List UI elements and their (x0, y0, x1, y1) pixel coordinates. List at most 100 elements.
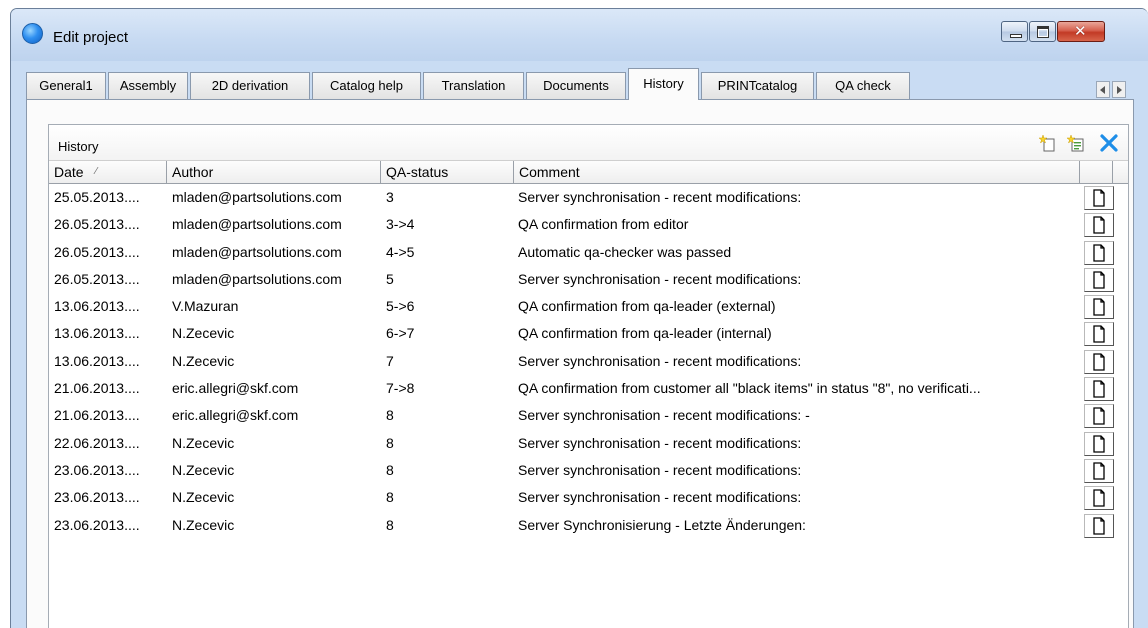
cell-comment: QA confirmation from customer all "black… (518, 380, 981, 397)
cell-author: eric.allegri@skf.com (172, 407, 299, 424)
document-icon (1093, 407, 1105, 426)
cell-date: 23.06.2013.... (54, 461, 140, 478)
cell-date: 13.06.2013.... (54, 298, 140, 315)
table-row[interactable]: 21.06.2013.... eric.allegri@skf.com 8 Se… (49, 402, 1128, 429)
cell-date: 25.05.2013.... (54, 189, 140, 205)
maximize-button[interactable] (1029, 21, 1056, 42)
tab-catalog-help[interactable]: Catalog help (312, 72, 421, 99)
table-row[interactable]: 26.05.2013.... mladen@partsolutions.com … (49, 239, 1128, 266)
cell-comment: QA confirmation from editor (518, 216, 689, 233)
cell-qa-status: 3->4 (386, 216, 415, 233)
table-row[interactable]: 13.06.2013.... N.Zecevic 7 Server synchr… (49, 348, 1128, 375)
open-document-button[interactable] (1084, 295, 1114, 320)
cell-comment: Server Synchronisierung - Letzte Änderun… (518, 516, 806, 533)
minimize-button[interactable] (1001, 21, 1028, 42)
cell-qa-status: 8 (386, 407, 394, 424)
tab-printcatalog[interactable]: PRINTcatalog (701, 72, 814, 99)
tab-content-history: History Date ⁄ Author QA-status Comment … (26, 99, 1134, 628)
close-icon: ✕ (1074, 22, 1087, 40)
app-icon (22, 23, 43, 44)
cell-qa-status: 4->5 (386, 243, 415, 260)
column-header-author[interactable]: Author (167, 161, 381, 184)
cell-date: 13.06.2013.... (54, 352, 140, 369)
column-header-date[interactable]: Date ⁄ (49, 161, 167, 184)
tab-scroll-left-button[interactable] (1096, 81, 1110, 98)
title-bar[interactable]: Edit project ✕ (11, 9, 1148, 61)
tab-2d-derivation[interactable]: 2D derivation (190, 72, 310, 99)
new-entry-icon[interactable] (1039, 134, 1057, 152)
document-icon (1093, 380, 1105, 398)
open-document-button[interactable] (1084, 513, 1114, 538)
table-row[interactable]: 21.06.2013.... eric.allegri@skf.com 7->8… (49, 375, 1128, 402)
open-document-button[interactable] (1084, 322, 1114, 347)
open-document-button[interactable] (1084, 404, 1114, 429)
table-row[interactable]: 22.06.2013.... N.Zecevic 8 Server synchr… (49, 430, 1128, 457)
table-row[interactable]: 23.06.2013.... N.Zecevic 8 Server synchr… (49, 457, 1128, 484)
document-icon (1093, 489, 1105, 507)
cell-comment: Server synchronisation - recent modifica… (518, 434, 802, 451)
panel-header: History (49, 125, 1128, 160)
table-row[interactable]: 25.05.2013.... mladen@partsolutions.com … (49, 184, 1128, 211)
cell-author: N.Zecevic (172, 325, 235, 342)
column-header-date-label: Date (54, 164, 84, 180)
cell-author: N.Zecevic (172, 352, 235, 369)
table-row[interactable]: 13.06.2013.... V.Mazuran 5->6 QA confirm… (49, 293, 1128, 320)
cell-date: 23.06.2013.... (54, 516, 140, 533)
table-row[interactable]: 23.06.2013.... N.Zecevic 8 Server synchr… (49, 484, 1128, 511)
cell-date: 13.06.2013.... (54, 325, 140, 342)
open-document-button[interactable] (1084, 458, 1114, 483)
open-document-button[interactable] (1084, 213, 1114, 238)
panel-title: History (58, 139, 99, 154)
tab-scroll-arrows (1096, 81, 1126, 98)
column-header-attachment[interactable] (1080, 161, 1113, 184)
cell-author: N.Zecevic (172, 461, 235, 478)
tab-documents[interactable]: Documents (526, 72, 626, 99)
cell-date: 21.06.2013.... (54, 380, 140, 397)
tab-translation[interactable]: Translation (423, 72, 524, 99)
open-document-button[interactable] (1084, 267, 1114, 292)
open-document-button[interactable] (1084, 186, 1114, 210)
document-icon (1093, 435, 1105, 453)
cell-qa-status: 7->8 (386, 380, 415, 397)
cell-comment: Server synchronisation - recent modifica… (518, 407, 810, 424)
open-document-button[interactable] (1084, 349, 1114, 374)
cell-date: 26.05.2013.... (54, 243, 140, 260)
cell-date: 26.05.2013.... (54, 216, 140, 233)
document-icon (1093, 216, 1105, 234)
column-header-qa-status[interactable]: QA-status (381, 161, 514, 184)
close-window-button[interactable]: ✕ (1057, 21, 1105, 42)
table-row[interactable]: 23.06.2013.... N.Zecevic 8 Server Synchr… (49, 512, 1128, 539)
document-icon (1093, 516, 1105, 535)
table-row[interactable]: 26.05.2013.... mladen@partsolutions.com … (49, 266, 1128, 293)
cell-author: N.Zecevic (172, 489, 235, 506)
import-entry-icon[interactable] (1067, 134, 1085, 152)
open-document-button[interactable] (1084, 377, 1114, 402)
open-document-button[interactable] (1084, 431, 1114, 456)
cell-qa-status: 3 (386, 189, 394, 205)
tab-history[interactable]: History (628, 68, 699, 100)
column-header-row: Date ⁄ Author QA-status Comment (49, 160, 1128, 184)
delete-icon[interactable] (1099, 133, 1119, 153)
table-row[interactable]: 13.06.2013.... N.Zecevic 6->7 QA confirm… (49, 320, 1128, 347)
cell-author: N.Zecevic (172, 434, 235, 451)
cell-author: eric.allegri@skf.com (172, 380, 299, 397)
open-document-button[interactable] (1084, 486, 1114, 511)
cell-date: 23.06.2013.... (54, 489, 140, 506)
document-icon (1093, 189, 1105, 207)
window-title: Edit project (53, 29, 129, 46)
tab-strip: General1 Assembly 2D derivation Catalog … (26, 68, 1148, 100)
column-header-comment[interactable]: Comment (514, 161, 1080, 184)
cell-qa-status: 8 (386, 461, 394, 478)
cell-author: mladen@partsolutions.com (172, 216, 342, 233)
open-document-button[interactable] (1084, 240, 1114, 265)
tab-scroll-right-button[interactable] (1112, 81, 1126, 98)
cell-qa-status: 6->7 (386, 325, 415, 342)
tab-general1[interactable]: General1 (26, 72, 106, 99)
table-row[interactable]: 26.05.2013.... mladen@partsolutions.com … (49, 211, 1128, 238)
tab-qa-check[interactable]: QA check (816, 72, 910, 99)
tab-assembly[interactable]: Assembly (108, 72, 188, 99)
cell-qa-status: 5 (386, 270, 394, 287)
cell-author: mladen@partsolutions.com (172, 189, 342, 205)
cell-author: mladen@partsolutions.com (172, 270, 342, 287)
cell-qa-status: 8 (386, 516, 394, 533)
